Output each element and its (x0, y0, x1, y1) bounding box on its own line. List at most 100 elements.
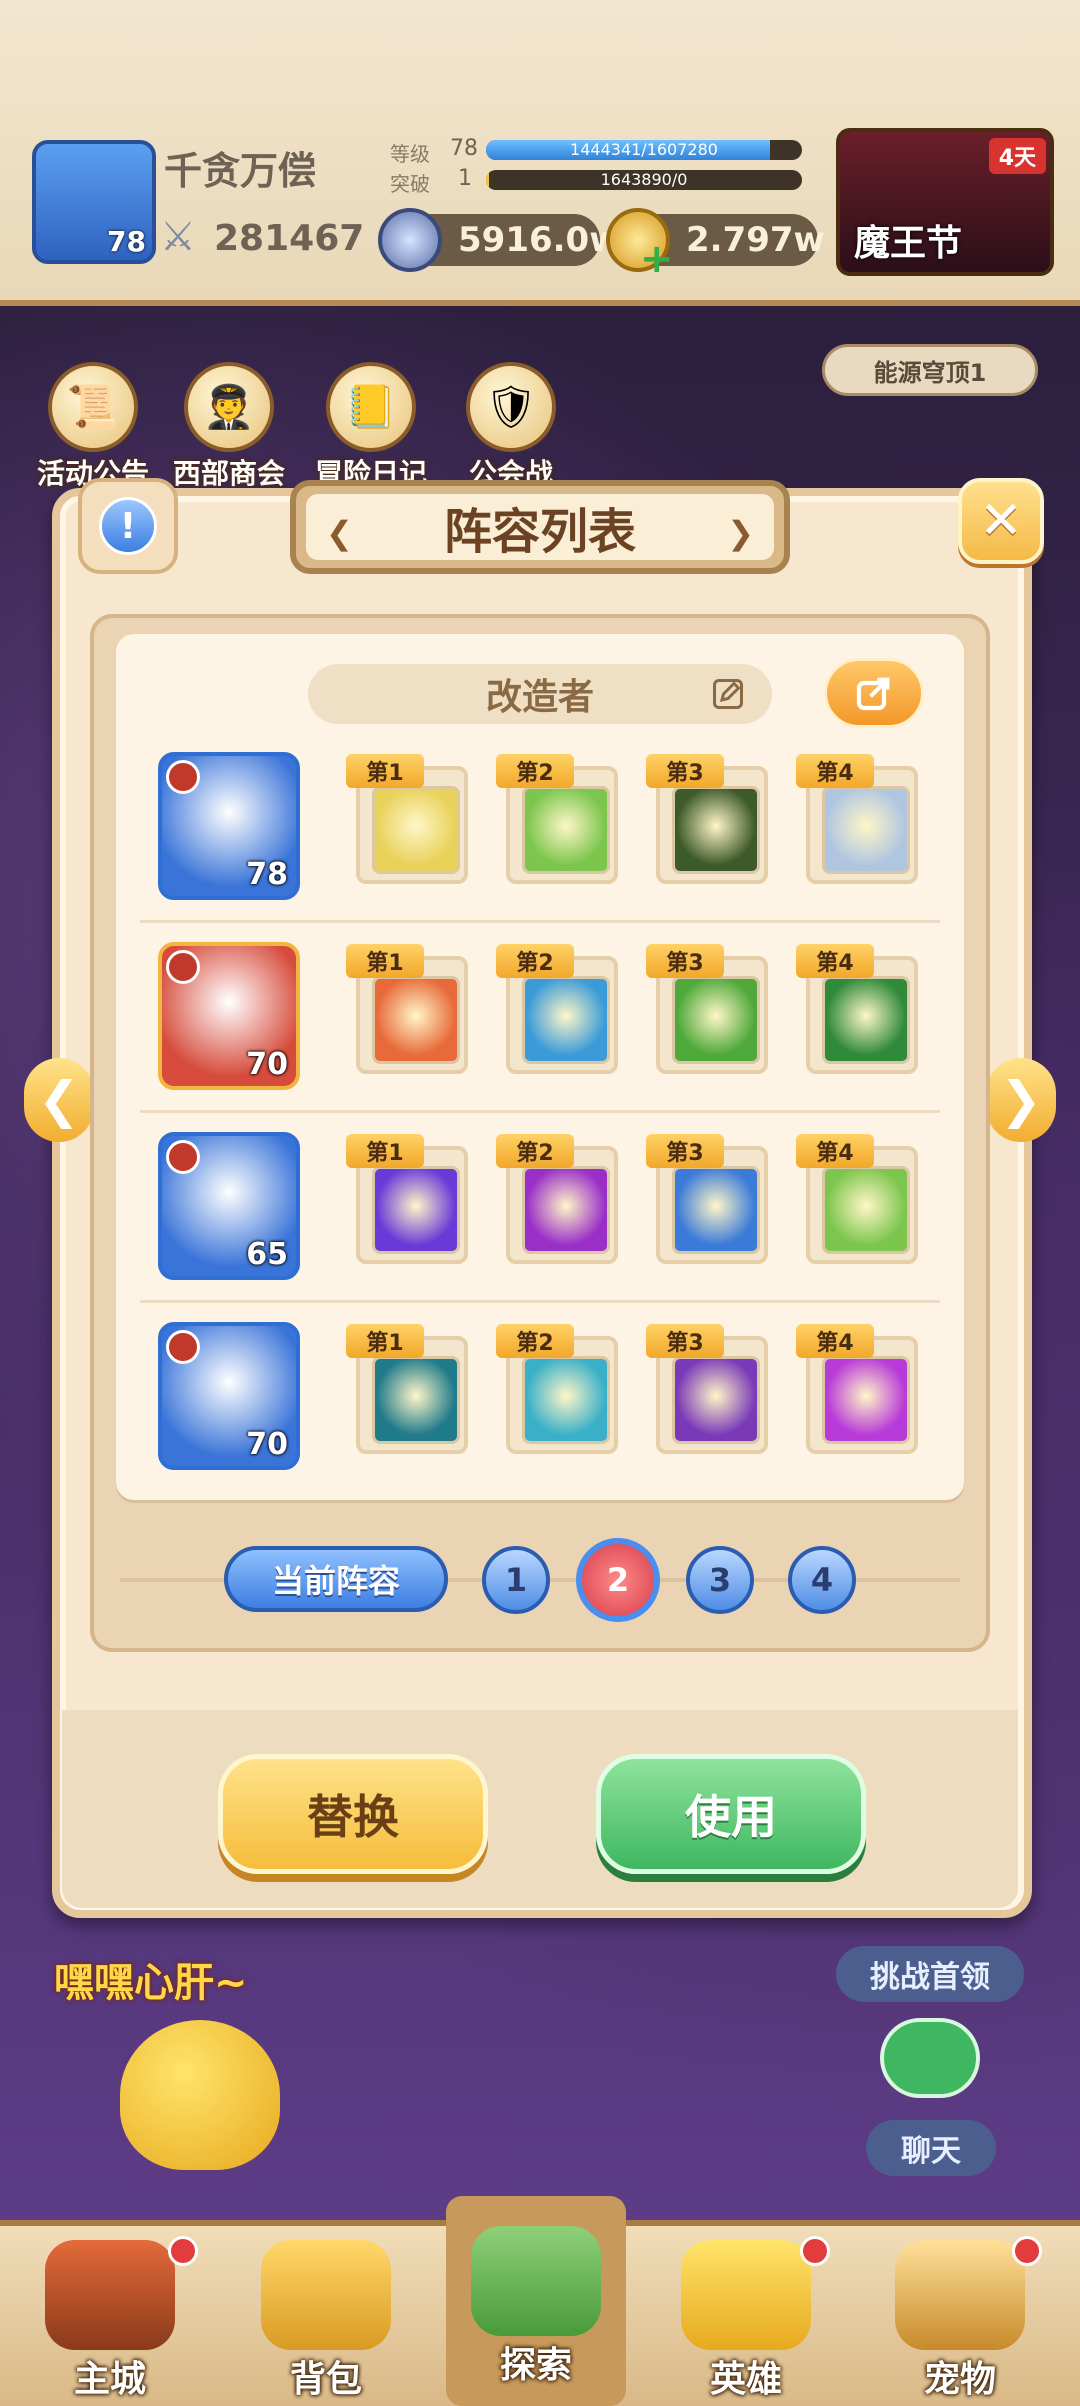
use-label: 使用 (685, 1790, 777, 1844)
breakthrough-value: 1 (458, 166, 472, 191)
menu-item-announcement[interactable]: 📜 活动公告 (28, 362, 158, 492)
dialog-title-ribbon: ❮ 阵容列表 ❯ (290, 480, 790, 574)
hero-level: 70 (246, 1427, 288, 1462)
lineup-name-field[interactable]: 改造者 (308, 664, 772, 724)
skill-icon (372, 976, 460, 1064)
share-icon (856, 677, 890, 711)
skill-slot[interactable]: 第3 (646, 944, 768, 1074)
silver-coin-icon (378, 208, 442, 272)
menu-item-guild-war[interactable]: 🛡 公会战 (446, 362, 576, 492)
nav-item-explore[interactable]: 探索 (446, 2196, 626, 2406)
skill-icon (822, 1356, 910, 1444)
skill-icon (672, 786, 760, 874)
dialog-footer (62, 1710, 1018, 1908)
guild-icon: 🛡 (466, 362, 556, 452)
skill-slot[interactable]: 第3 (646, 1134, 768, 1264)
diary-icon: 📒 (326, 362, 416, 452)
current-lineup-button[interactable]: 当前阵容 (224, 1546, 448, 1612)
next-page-arrow[interactable]: ❯ (986, 1058, 1056, 1142)
ribbon-left-ornament: ❮ (326, 514, 353, 552)
notification-dot (168, 2236, 198, 2266)
hero-level: 70 (246, 1047, 288, 1082)
challenge-boss-button[interactable]: 挑战首领 (836, 1946, 1024, 2002)
skill-slot[interactable]: 第3 (646, 754, 768, 884)
skill-slot[interactable]: 第2 (496, 754, 618, 884)
hero-class-badge (166, 1330, 200, 1364)
current-lineup-label: 当前阵容 (271, 1562, 400, 1600)
skill-icon (822, 786, 910, 874)
skill-slot[interactable]: 第4 (796, 754, 918, 884)
skill-slot[interactable]: 第3 (646, 1324, 768, 1454)
skill-slot[interactable]: 第2 (496, 1134, 618, 1264)
use-button[interactable]: 使用 (596, 1754, 866, 1874)
castle-icon (45, 2240, 175, 2350)
menu-item-diary[interactable]: 📒 冒险日记 (306, 362, 436, 492)
skill-icon (672, 976, 760, 1064)
breakthrough-exp-bar: 1643890/0 (486, 170, 802, 190)
nav-item-backpack[interactable]: 背包 (236, 2226, 416, 2406)
energy-dome-label[interactable]: 能源穹顶1 (822, 344, 1038, 396)
skill-icon (822, 1166, 910, 1254)
event-banner[interactable]: 4天 魔王节 (836, 128, 1054, 276)
lineup-tab-2[interactable]: 2 (576, 1538, 660, 1622)
skill-order-tag: 第1 (346, 1324, 424, 1358)
menu-item-west-trade[interactable]: 🧑‍✈️ 西部商会 (164, 362, 294, 492)
hero-class-badge (166, 1140, 200, 1174)
skill-slot[interactable]: 第1 (346, 1134, 468, 1264)
skill-slot[interactable]: 第1 (346, 754, 468, 884)
player-name: 千贪万偿 (164, 149, 317, 193)
hero-portrait[interactable]: 78 (158, 752, 300, 900)
gold-amount: 2.797w (686, 220, 825, 260)
level-label: 等级 (390, 142, 430, 166)
event-label: 魔王节 (854, 223, 963, 264)
bottom-navigation: 主城 背包 探索 英雄 宠物 (0, 2196, 1080, 2406)
hero-class-badge (166, 950, 200, 984)
nav-label: 主城 (73, 2359, 146, 2400)
lineup-name: 改造者 (485, 677, 594, 718)
skill-slot[interactable]: 第4 (796, 944, 918, 1074)
previous-page-arrow[interactable]: ❮ (24, 1058, 94, 1142)
row-divider (140, 920, 940, 923)
share-button[interactable] (824, 658, 924, 728)
skill-slot[interactable]: 第1 (346, 944, 468, 1074)
hero-portrait[interactable]: 65 (158, 1132, 300, 1280)
hero-portrait[interactable]: 70 (158, 1322, 300, 1470)
skill-slot[interactable]: 第2 (496, 1324, 618, 1454)
info-button[interactable]: ! (78, 478, 178, 574)
chat-button[interactable]: 聊天 (866, 2120, 996, 2176)
hero-class-badge (166, 760, 200, 794)
menu-label: 西部商会 (172, 457, 285, 490)
lineup-tab-4[interactable]: 4 (788, 1546, 856, 1614)
skill-order-tag: 第2 (496, 944, 574, 978)
lineup-tab-1[interactable]: 1 (482, 1546, 550, 1614)
skill-slot[interactable]: 第2 (496, 944, 618, 1074)
close-icon: ✕ (979, 491, 1023, 551)
tab-number: 4 (810, 1561, 834, 1599)
skill-slot[interactable]: 第4 (796, 1134, 918, 1264)
skill-order-tag: 第3 (646, 1324, 724, 1358)
map-icon (471, 2226, 601, 2336)
tab-number: 3 (708, 1561, 732, 1599)
skill-slot[interactable]: 第1 (346, 1324, 468, 1454)
skill-icon (672, 1356, 760, 1444)
replace-button[interactable]: 替换 (218, 1754, 488, 1874)
mascot-character[interactable] (120, 2020, 280, 2170)
player-header: 78 千贪万偿 ⚔ 281467 等级 78 1444341/1607280 突… (0, 0, 1080, 306)
skill-order-tag: 第2 (496, 1324, 574, 1358)
skill-slot[interactable]: 第4 (796, 1324, 918, 1454)
backpack-icon (261, 2240, 391, 2350)
notification-dot (800, 2236, 830, 2266)
skill-icon (372, 1166, 460, 1254)
add-gold-icon[interactable]: + (640, 236, 674, 282)
lineup-tab-3[interactable]: 3 (686, 1546, 754, 1614)
chat-icon[interactable] (880, 2018, 980, 2098)
skill-order-tag: 第3 (646, 944, 724, 978)
skill-order-tag: 第4 (796, 1324, 874, 1358)
edit-name-icon[interactable] (710, 676, 746, 712)
hero-portrait[interactable]: 70 (158, 942, 300, 1090)
skill-icon (522, 1356, 610, 1444)
player-avatar[interactable]: 78 (32, 140, 156, 264)
close-button[interactable]: ✕ (958, 478, 1044, 564)
hero-level: 65 (246, 1237, 288, 1272)
skill-icon (372, 1356, 460, 1444)
